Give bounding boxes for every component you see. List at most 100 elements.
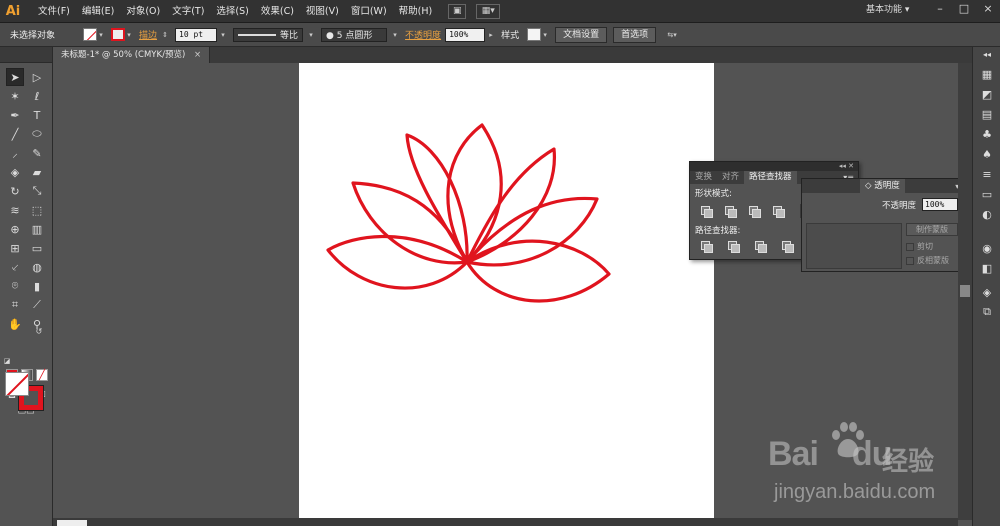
selection-tool-icon[interactable]: ➤ xyxy=(6,68,24,86)
make-mask-button[interactable]: 制作蒙版 xyxy=(906,223,958,236)
minimize-button[interactable]: – xyxy=(928,0,952,17)
ellipse-tool-icon[interactable]: ⬭ xyxy=(28,125,46,143)
stroke-swatch[interactable] xyxy=(111,28,126,41)
stroke-label-link[interactable]: 描边 xyxy=(139,28,157,41)
none-mode-icon[interactable]: ╱ xyxy=(36,369,48,381)
minus-front-icon[interactable] xyxy=(723,205,737,218)
lotus-artwork[interactable] xyxy=(299,63,714,520)
brush-dropdown-icon[interactable]: ▾ xyxy=(391,28,399,41)
type-tool-icon[interactable]: T xyxy=(28,106,46,124)
gradient-tool-icon[interactable]: ▭ xyxy=(28,239,46,257)
line-tool-icon[interactable]: ╱ xyxy=(6,125,24,143)
fill-swatch[interactable] xyxy=(83,28,98,41)
menu-object[interactable]: 对象(O) xyxy=(120,0,166,23)
maximize-button[interactable]: □ xyxy=(952,0,976,17)
paintbrush-tool-icon[interactable]: ⸝ xyxy=(6,144,24,162)
stroke-profile-select[interactable]: 等比 xyxy=(233,27,304,42)
menu-view[interactable]: 视图(V) xyxy=(300,0,345,23)
color-panel-icon[interactable]: ▦ xyxy=(978,65,996,83)
hand-tool-icon[interactable]: ✋ xyxy=(6,315,24,333)
stroke-profile-dropdown-icon[interactable]: ▾ xyxy=(307,28,315,41)
document-tab[interactable]: 未标题-1* @ 50% (CMYK/预览) × xyxy=(53,47,211,63)
divide-icon[interactable] xyxy=(699,240,713,253)
opacity-label-link[interactable]: 不透明度 xyxy=(405,28,441,41)
invert-mask-checkbox[interactable]: 反相蒙版 xyxy=(906,255,949,266)
swap-fill-stroke-icon[interactable]: ↺ xyxy=(34,326,44,336)
merge-icon[interactable] xyxy=(753,240,767,253)
layers-panel-icon[interactable]: ◈ xyxy=(978,283,996,301)
menu-effect[interactable]: 效果(C) xyxy=(255,0,300,23)
unite-icon[interactable] xyxy=(699,205,713,218)
eyedropper-tool-icon[interactable]: ⸔ xyxy=(6,258,24,276)
artboards-panel-icon[interactable]: ⧉ xyxy=(978,303,996,321)
tab-transparency[interactable]: ◇ 透明度 xyxy=(860,179,905,193)
transparency-opacity-field[interactable]: 100% xyxy=(922,198,958,211)
pen-tool-icon[interactable]: ✒ xyxy=(6,106,24,124)
document-setup-button[interactable]: 文档设置 xyxy=(555,26,608,43)
dock-collapse-icon[interactable]: ◂◂ xyxy=(978,49,996,59)
tools-panel-header[interactable] xyxy=(0,47,52,63)
menu-edit[interactable]: 编辑(E) xyxy=(76,0,120,23)
crop-icon[interactable] xyxy=(780,240,794,253)
document-tab-close-icon[interactable]: × xyxy=(194,50,201,60)
column-graph-tool-icon[interactable]: ▮ xyxy=(28,277,46,295)
clip-checkbox[interactable]: 剪切 xyxy=(906,241,933,252)
shape-builder-tool-icon[interactable]: ⊕ xyxy=(6,220,24,238)
pencil-tool-icon[interactable]: ✎ xyxy=(28,144,46,162)
zoom-field[interactable] xyxy=(57,520,87,526)
tab-transform[interactable]: 变换 xyxy=(690,171,717,184)
horizontal-scrollbar[interactable] xyxy=(53,518,958,526)
stroke-dropdown-icon[interactable]: ▾ xyxy=(125,28,133,41)
preferences-button[interactable]: 首选项 xyxy=(613,26,657,43)
close-button[interactable]: × xyxy=(976,0,1000,17)
artboard-tool-icon[interactable]: ⌗ xyxy=(6,296,24,314)
opacity-field[interactable]: 100% xyxy=(445,27,486,42)
appearance-panel-icon[interactable]: ◉ xyxy=(978,239,996,257)
stroke-weight-dropdown-icon[interactable]: ▾ xyxy=(219,28,227,41)
rotate-tool-icon[interactable]: ↻ xyxy=(6,182,24,200)
perspective-grid-tool-icon[interactable]: ▥ xyxy=(28,220,46,238)
gradient-panel-icon[interactable]: ▭ xyxy=(978,185,996,203)
slice-tool-icon[interactable]: ⟋ xyxy=(28,296,46,314)
blob-brush-tool-icon[interactable]: ◈ xyxy=(6,163,24,181)
style-swatch[interactable] xyxy=(527,28,542,41)
stroke-weight-field[interactable]: 10 pt xyxy=(175,27,218,42)
direct-selection-tool-icon[interactable]: ▷ xyxy=(28,68,46,86)
arrange-documents-icon[interactable]: ▦▾ xyxy=(476,3,501,19)
brushes-panel-icon[interactable]: ♣ xyxy=(978,125,996,143)
pathfinder-panel-titlebar[interactable]: ◂◂ ✕ xyxy=(690,162,858,171)
blend-tool-icon[interactable]: ◍ xyxy=(28,258,46,276)
stroke-weight-stepper-icon[interactable]: ⇕ xyxy=(161,28,169,41)
intersect-icon[interactable] xyxy=(747,205,761,218)
menu-help[interactable]: 帮助(H) xyxy=(393,0,439,23)
default-fill-stroke-icon[interactable]: ◪ xyxy=(2,356,12,366)
magic-wand-tool-icon[interactable]: ✶ xyxy=(6,87,24,105)
bridge-icon[interactable]: ▣ xyxy=(448,3,467,19)
artboard[interactable] xyxy=(299,63,714,520)
brush-select[interactable]: ● 5 点圆形 xyxy=(321,27,388,42)
stroke-panel-icon[interactable]: ≡ xyxy=(978,165,996,183)
color-guide-panel-icon[interactable]: ◩ xyxy=(978,85,996,103)
workspace-switcher[interactable]: 基本功能 ▾ xyxy=(866,0,909,21)
vertical-scrollbar-thumb[interactable] xyxy=(960,285,970,297)
scale-tool-icon[interactable]: ⤡ xyxy=(28,182,46,200)
mesh-tool-icon[interactable]: ⊞ xyxy=(6,239,24,257)
transparency-panel-icon[interactable]: ◐ xyxy=(978,205,996,223)
lasso-tool-icon[interactable]: ℓ xyxy=(28,87,46,105)
opacity-dropdown-icon[interactable]: ▸ xyxy=(487,28,495,41)
warp-tool-icon[interactable]: ≋ xyxy=(6,201,24,219)
menu-file[interactable]: 文件(F) xyxy=(32,0,76,23)
menu-type[interactable]: 文字(T) xyxy=(166,0,210,23)
free-transform-tool-icon[interactable]: ⬚ xyxy=(28,201,46,219)
eraser-tool-icon[interactable]: ▰ xyxy=(28,163,46,181)
tab-align[interactable]: 对齐 xyxy=(717,171,744,184)
menu-select[interactable]: 选择(S) xyxy=(210,0,254,23)
fill-box[interactable] xyxy=(5,372,29,396)
arrange-icon[interactable]: ⇆▾ xyxy=(662,28,682,41)
fill-dropdown-icon[interactable]: ▾ xyxy=(97,28,105,41)
graphic-styles-panel-icon[interactable]: ◧ xyxy=(978,259,996,277)
menu-window[interactable]: 窗口(W) xyxy=(345,0,393,23)
trim-icon[interactable] xyxy=(726,240,740,253)
swatches-panel-icon[interactable]: ▤ xyxy=(978,105,996,123)
style-dropdown-icon[interactable]: ▾ xyxy=(541,28,549,41)
